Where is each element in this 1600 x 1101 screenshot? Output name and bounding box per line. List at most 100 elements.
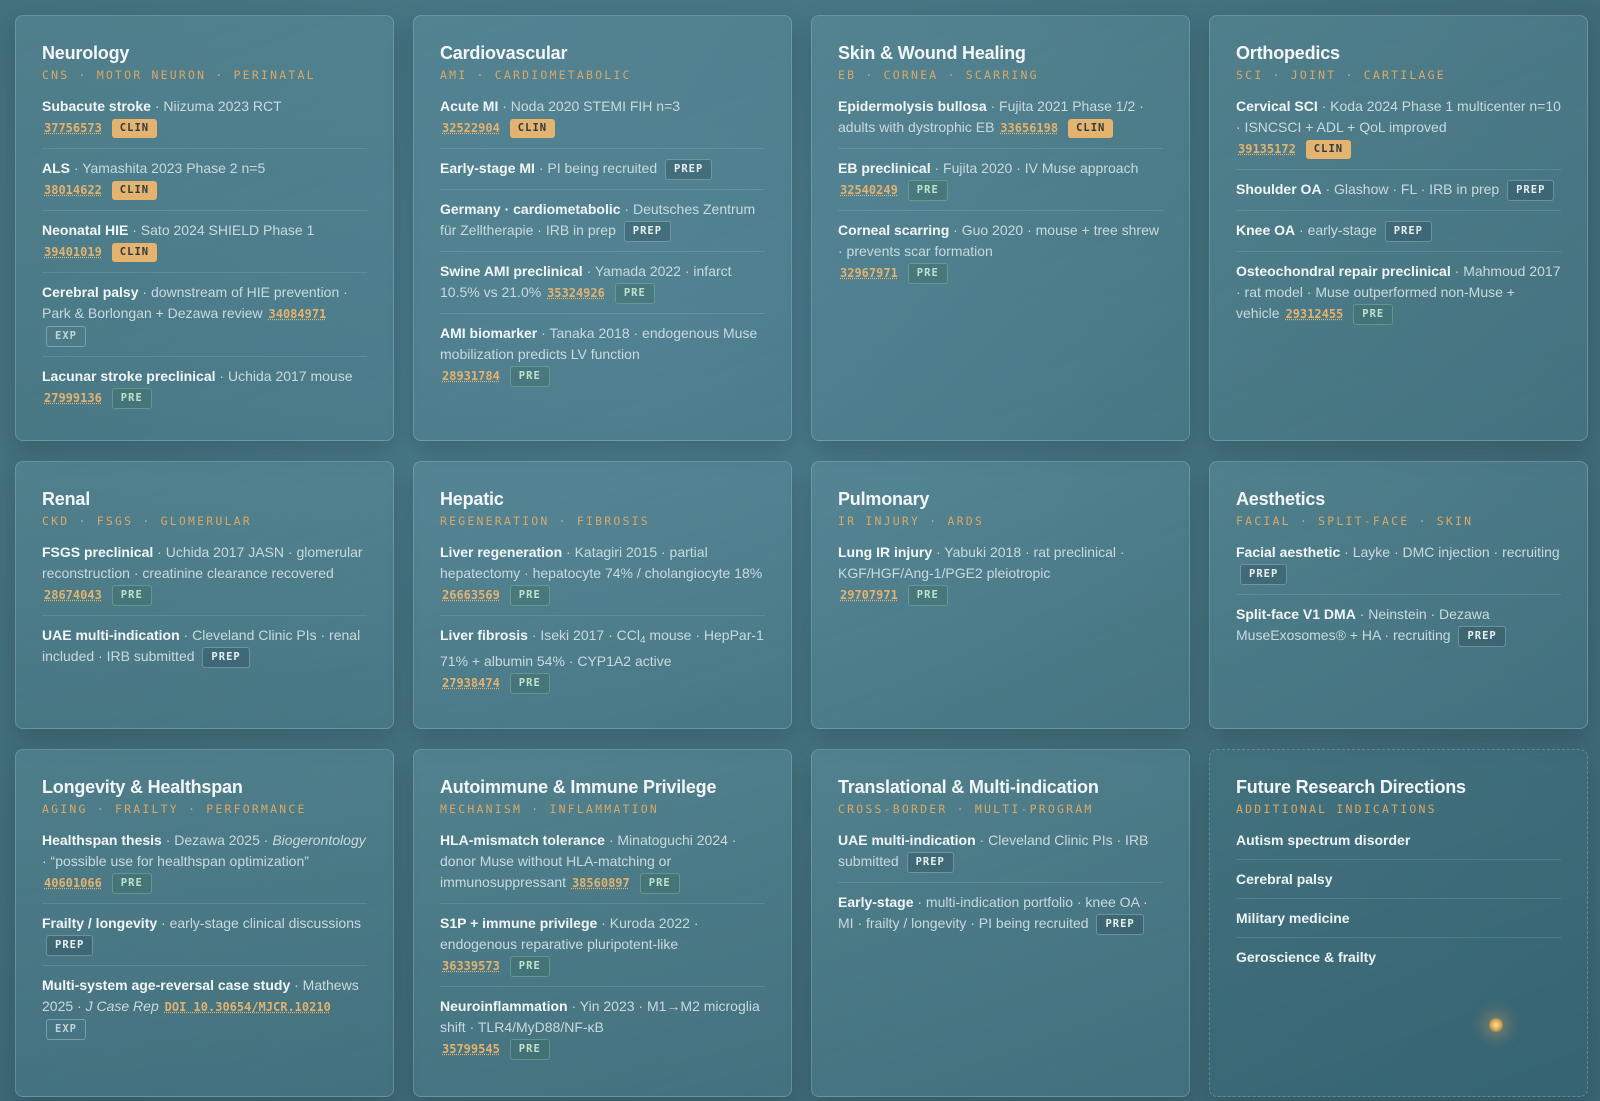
entry-name: Subacute stroke (42, 98, 151, 114)
pmid-link[interactable]: 32540249 (840, 183, 898, 197)
pmid-link[interactable]: 35799545 (442, 1042, 500, 1056)
list-item: Early-stage · multi-indication portfolio… (838, 892, 1163, 944)
entry-name: Epidermolysis bullosa (838, 98, 987, 114)
doi-link[interactable]: DOI 10.30654/MJCR.10210 (165, 1000, 331, 1014)
pmid-link[interactable]: 27999136 (44, 391, 102, 405)
status-badge: PREP (1458, 626, 1506, 647)
list-item: UAE multi-indication · Cleveland Clinic … (838, 830, 1163, 883)
pmid-link[interactable]: 26663569 (442, 588, 500, 602)
card-autoimmune: Autoimmune & Immune Privilege MECHANISM … (413, 749, 792, 1097)
list-item: Lacunar stroke preclinical · Uchida 2017… (42, 366, 367, 418)
entry-name: Knee OA (1236, 222, 1296, 238)
status-badge: PRE (111, 388, 152, 409)
pmid-link[interactable]: 40601066 (44, 876, 102, 890)
card-title: Aesthetics (1236, 489, 1326, 509)
entry-name: Liver fibrosis (440, 627, 528, 643)
pmid-link[interactable]: 32522904 (442, 121, 500, 135)
list-item: Frailty / longevity · early-stage clinic… (42, 913, 367, 966)
glow-dot-icon (1489, 1018, 1503, 1032)
list-item: Liver fibrosis · Iseki 2017 · CCl4 mouse… (440, 625, 765, 703)
entry-name: Swine AMI preclinical (440, 263, 583, 279)
card-future-directions: Future Research Directions ADDITIONAL IN… (1209, 749, 1588, 1097)
card-translational: Translational & Multi-indication CROSS-B… (811, 749, 1190, 1097)
entry-desc: · early-stage (1295, 222, 1377, 238)
status-badge: CLIN (1068, 119, 1114, 138)
list-item: ALS · Yamashita 2023 Phase 2 n=5 3801462… (42, 158, 367, 211)
pmid-link[interactable]: 39401019 (44, 245, 102, 259)
entry-name: Lung IR injury (838, 544, 933, 560)
entry-desc: · Glashow · FL · IRB in prep (1321, 181, 1500, 197)
entry-name: FSGS preclinical (42, 544, 154, 560)
list-item: Neonatal HIE · Sato 2024 SHIELD Phase 1 … (42, 220, 367, 273)
card-neurology: Neurology CNS · MOTOR NEURON · PERINATAL… (15, 15, 394, 441)
card-aesthetics: Aesthetics FACIAL · SPLIT-FACE · SKIN Fa… (1209, 461, 1588, 729)
list-item: Corneal scarring · Guo 2020 · mouse + tr… (838, 220, 1163, 293)
status-badge: PRE (614, 283, 655, 304)
pmid-link[interactable]: 33656198 (1000, 121, 1058, 135)
status-badge: PREP (623, 221, 672, 242)
entry-name: HLA-mismatch tolerance (440, 832, 605, 848)
pmid-link[interactable]: 28931784 (442, 369, 500, 383)
status-badge: PRE (1353, 304, 1394, 325)
entry-desc: · “possible use for healthspan optimizat… (42, 853, 309, 869)
entry-name: Multi-system age-reversal case study (42, 977, 291, 993)
journal-name: Biogerontology (272, 832, 366, 848)
entry-desc: · Iseki 2017 · CCl (527, 627, 640, 643)
pmid-link[interactable]: 37756573 (44, 121, 102, 135)
pmid-link[interactable]: 38014622 (44, 183, 102, 197)
pmid-link[interactable]: 32967971 (840, 266, 898, 280)
pmid-link[interactable]: 29312455 (1285, 307, 1343, 321)
card-title: Neurology (42, 43, 130, 63)
pmid-link[interactable]: 35324926 (547, 286, 605, 300)
entry-name: Cervical SCI (1236, 98, 1318, 114)
card-subtitle: SCI · JOINT · CARTILAGE (1236, 68, 1446, 82)
status-badge: PRE (509, 956, 550, 977)
entry-name: UAE multi-indication (838, 832, 976, 848)
entry-name: Osteochondral repair preclinical (1236, 263, 1451, 279)
status-badge: PREP (202, 647, 250, 668)
card-hepatic: Hepatic REGENERATION · FIBROSIS Liver re… (413, 461, 792, 729)
list-item: Neuroinflammation · Yin 2023 · M1→M2 mic… (440, 996, 765, 1069)
status-badge: EXP (46, 326, 86, 347)
status-badge: PRE (509, 673, 550, 694)
card-subtitle: AGING · FRAILTY · PERFORMANCE (42, 802, 307, 816)
pmid-link[interactable]: 34084971 (269, 307, 327, 321)
list-item: Subacute stroke · Niizuma 2023 RCT 37756… (42, 96, 367, 149)
entry-name: Lacunar stroke preclinical (42, 368, 216, 384)
status-badge: PRE (111, 585, 152, 606)
list-item: Multi-system age-reversal case study · M… (42, 975, 367, 1049)
entry-desc: · Sato 2024 SHIELD Phase 1 (128, 222, 315, 238)
status-badge: PREP (46, 935, 94, 956)
entry-name: Healthspan thesis (42, 832, 162, 848)
entry-name: Liver regeneration (440, 544, 563, 560)
card-title: Autoimmune & Immune Privilege (440, 777, 717, 797)
entry-desc: · Fujita 2020 · IV Muse approach (930, 160, 1139, 176)
entry-name: Split-face V1 DMA (1236, 606, 1356, 622)
status-badge: PREP (906, 852, 954, 873)
list-item: Osteochondral repair preclinical · Mahmo… (1236, 261, 1561, 334)
list-item: EB preclinical · Fujita 2020 · IV Muse a… (838, 158, 1163, 211)
status-badge: PREP (1240, 564, 1288, 585)
status-badge: CLIN (111, 181, 158, 200)
card-subtitle: REGENERATION · FIBROSIS (440, 514, 650, 528)
entry-name: Early-stage MI (440, 160, 535, 176)
entry-desc: · Dezawa 2025 · (161, 832, 273, 848)
list-item: S1P + immune privilege · Kuroda 2022 · e… (440, 913, 765, 987)
pmid-link[interactable]: 36339573 (442, 959, 500, 973)
status-badge: PRE (509, 585, 550, 606)
pmid-link[interactable]: 27938474 (442, 676, 500, 690)
card-renal: Renal CKD · FSGS · GLOMERULAR FSGS precl… (15, 461, 394, 729)
list-item: AMI biomarker · Tanaka 2018 · endogenous… (440, 323, 765, 396)
card-pulmonary: Pulmonary IR INJURY · ARDS Lung IR injur… (811, 461, 1190, 729)
card-subtitle: IR INJURY · ARDS (838, 514, 984, 528)
pmid-link[interactable]: 29707971 (840, 588, 898, 602)
list-item: HLA-mismatch tolerance · Minatoguchi 202… (440, 830, 765, 904)
list-item: Knee OA · early-stage PREP (1236, 220, 1561, 252)
entry-name: Neonatal HIE (42, 222, 129, 238)
pmid-link[interactable]: 28674043 (44, 588, 102, 602)
pmid-link[interactable]: 39135172 (1238, 142, 1296, 156)
status-badge: PRE (907, 180, 948, 201)
entry-name: Frailty / longevity (42, 915, 158, 931)
pmid-link[interactable]: 38560897 (572, 876, 630, 890)
entry-name: Neuroinflammation (440, 998, 568, 1014)
